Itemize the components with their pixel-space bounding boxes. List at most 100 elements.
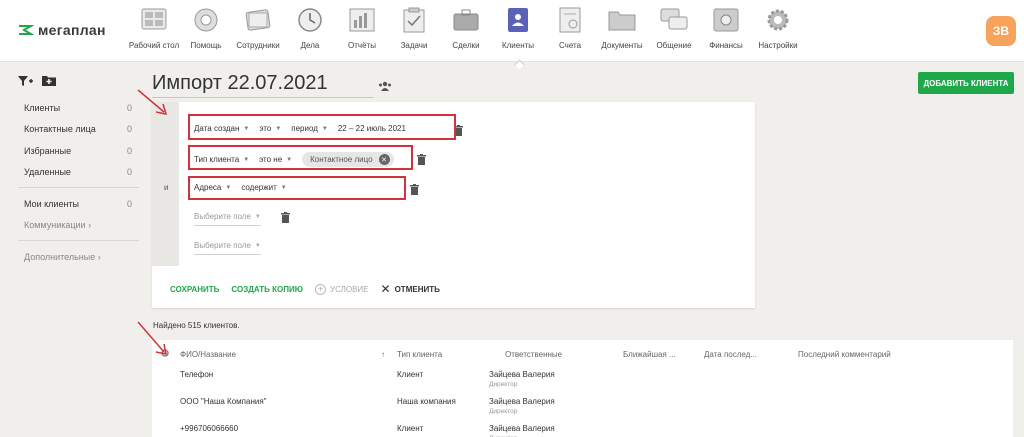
cell-name[interactable]: +996706066660: [180, 424, 238, 433]
cell-name[interactable]: ООО "Наша Компания": [180, 397, 267, 406]
chevron-right-icon: ›: [88, 220, 92, 230]
app-logo[interactable]: мегаплан: [18, 22, 106, 38]
sidebar-item-deleted[interactable]: Удаленные 0: [24, 167, 132, 177]
cell-role: Директор: [489, 381, 518, 388]
sidebar-item-my-clients[interactable]: Мои клиенты 0: [24, 199, 132, 209]
column-header-name[interactable]: ФИО/Название: [180, 350, 236, 359]
column-header-responsible[interactable]: Ответственные: [505, 350, 562, 359]
nav-item-folder[interactable]: Документы: [596, 6, 648, 62]
nav-item-invoice[interactable]: Счета: [544, 6, 596, 62]
cell-responsible[interactable]: Зайцева Валерия: [489, 370, 555, 379]
table-header: ФИО/Название ↑ Тип клиента Ответственные…: [152, 340, 1013, 368]
nav-label: Настройки: [758, 41, 798, 50]
field-select[interactable]: Выберите поле ▼: [194, 241, 261, 255]
cell-type: Клиент: [397, 424, 424, 433]
nav-item-lifebuoy[interactable]: Помощь: [180, 6, 232, 62]
user-avatar[interactable]: ЗВ: [986, 16, 1016, 46]
filter-row-empty: Выберите поле ▼: [194, 212, 261, 226]
nav-label: Рабочий стол: [128, 41, 180, 50]
nav-label: Финансы: [709, 41, 743, 50]
nav-item-briefcase[interactable]: Сделки: [440, 6, 492, 62]
field-select[interactable]: Выберите поле ▼: [194, 212, 261, 226]
main-nav: Рабочий стол Помощь Сотрудники Дела Отчёты За…: [128, 6, 804, 62]
nav-item-reports[interactable]: Отчёты: [336, 6, 388, 62]
trash-icon[interactable]: [417, 152, 426, 170]
clients-book-icon: [504, 6, 532, 34]
nav-item-tasks[interactable]: Задачи: [388, 6, 440, 62]
sidebar-item-contacts[interactable]: Контактные лица 0: [24, 124, 132, 134]
highlight-box: [188, 176, 406, 200]
filter-actions: СОХРАНИТЬ СОЗДАТЬ КОПИЮ + УСЛОВИЕ ✕ ОТМЕНИ…: [170, 282, 440, 296]
caret-down-icon: ▼: [254, 242, 261, 249]
employees-icon: [244, 6, 272, 34]
safe-icon: [712, 6, 740, 34]
plus-circle-icon: +: [315, 283, 327, 295]
add-client-button[interactable]: ДОБАВИТЬ КЛИЕНТА: [918, 72, 1014, 94]
table-row[interactable]: Телефон Клиент Зайцева Валерия Директор: [152, 368, 1013, 392]
cell-type: Клиент: [397, 370, 424, 379]
add-user-icon[interactable]: [378, 78, 392, 96]
nav-label: Общение: [656, 41, 692, 50]
sidebar-item-clients[interactable]: Клиенты 0: [24, 103, 132, 113]
cell-responsible[interactable]: Зайцева Валерия: [489, 424, 555, 433]
nav-label: Сделки: [452, 41, 480, 50]
top-bar: мегаплан Рабочий стол Помощь Сотрудники Дел…: [0, 0, 1024, 62]
annotation-arrow-icon: [137, 321, 167, 355]
page-title[interactable]: Импорт 22.07.2021: [152, 72, 328, 95]
nav-label: Задачи: [400, 41, 428, 50]
sidebar-divider: [18, 187, 139, 188]
clients-table: ФИО/Название ↑ Тип клиента Ответственные…: [152, 340, 1013, 437]
cancel-button[interactable]: ✕ ОТМЕНИТЬ: [381, 282, 440, 296]
cell-name[interactable]: Телефон: [180, 370, 213, 379]
column-header-last-comment[interactable]: Последний комментарий: [798, 350, 891, 359]
nav-label: Дела: [300, 41, 320, 50]
cell-responsible[interactable]: Зайцева Валерия: [489, 397, 555, 406]
gear-icon: [764, 6, 792, 34]
caret-down-icon: ▼: [254, 213, 261, 220]
table-row[interactable]: +996706066660 Клиент Зайцева Валерия Дир…: [152, 422, 1013, 437]
tasks-icon: [400, 6, 428, 34]
briefcase-icon: [452, 6, 480, 34]
folder-icon: [608, 6, 636, 34]
save-button[interactable]: СОХРАНИТЬ: [170, 285, 219, 294]
filter-row-empty: Выберите поле ▼: [194, 241, 261, 255]
and-label: и: [164, 183, 169, 192]
filter-panel: и Дата создан ▼ это ▼ период ▼ 22 – 22 июль…: [152, 102, 755, 308]
desktop-icon: [140, 6, 168, 34]
column-header-type[interactable]: Тип клиента: [397, 350, 442, 359]
folder-add-icon[interactable]: [42, 74, 56, 92]
clock-icon: [296, 6, 324, 34]
nav-item-clock[interactable]: Дела: [284, 6, 336, 62]
nav-label: Счета: [558, 41, 582, 50]
nav-item-desktop[interactable]: Рабочий стол: [128, 6, 180, 62]
sidebar-communications[interactable]: Коммуникации ›: [24, 220, 91, 230]
sidebar-item-favorites[interactable]: Избранные 0: [24, 146, 132, 156]
nav-label: Отчёты: [348, 41, 376, 50]
sidebar-additional[interactable]: Дополнительные ›: [24, 252, 101, 262]
nav-item-gear[interactable]: Настройки: [752, 6, 804, 62]
chevron-right-icon: ›: [97, 252, 101, 262]
filter-add-icon[interactable]: [18, 74, 34, 92]
logo-text: мегаплан: [38, 22, 106, 38]
copy-button[interactable]: СОЗДАТЬ КОПИЮ: [231, 285, 303, 294]
lifebuoy-icon: [192, 6, 220, 34]
trash-icon[interactable]: [281, 210, 290, 228]
nav-item-clients-book[interactable]: Клиенты: [492, 6, 544, 62]
cell-role: Директор: [489, 408, 518, 415]
cell-type: Наша компания: [397, 397, 456, 406]
highlight-box: [188, 145, 413, 170]
nav-item-employees[interactable]: Сотрудники: [232, 6, 284, 62]
sort-up-icon[interactable]: ↑: [381, 350, 385, 359]
column-header-nearest[interactable]: Ближайшая ...: [623, 350, 676, 359]
column-header-last-date[interactable]: Дата послед...: [704, 350, 757, 359]
nav-item-safe[interactable]: Финансы: [700, 6, 752, 62]
add-condition-button[interactable]: + УСЛОВИЕ: [315, 283, 369, 295]
sidebar-tools: [18, 74, 56, 92]
logo-mark-icon: [18, 24, 34, 36]
nav-item-chat[interactable]: Общение: [648, 6, 700, 62]
trash-icon[interactable]: [410, 182, 419, 200]
invoice-icon: [556, 6, 584, 34]
title-underline: [152, 97, 374, 98]
chat-icon: [660, 6, 688, 34]
table-row[interactable]: ООО "Наша Компания" Наша компания Зайцев…: [152, 395, 1013, 419]
